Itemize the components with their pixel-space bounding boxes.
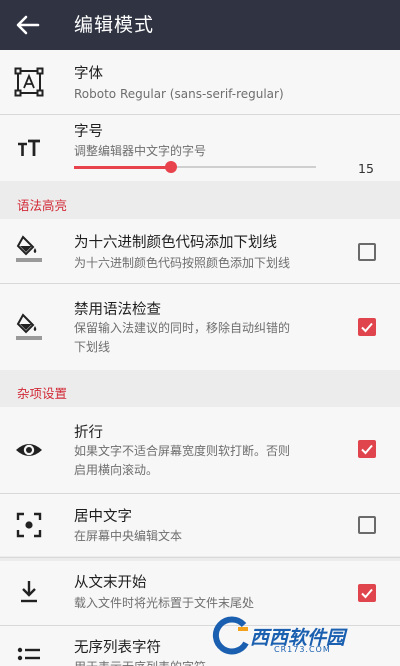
- underline-hex-checkbox[interactable]: [358, 243, 376, 261]
- setting-center-text-subtitle: 在屏幕中央编辑文本: [74, 529, 183, 543]
- watermark-subtext: CR173.COM: [274, 645, 331, 654]
- setting-font-size-subtitle: 调整编辑器中文字的字号: [74, 144, 207, 158]
- format-color-fill-icon: [16, 235, 42, 262]
- setting-bullet-list-title: 无序列表字符: [74, 640, 161, 656]
- setting-word-wrap-title: 折行: [74, 425, 103, 441]
- section-title-syntax: 语法高亮: [17, 198, 68, 213]
- setting-disable-spellcheck-title: 禁用语法检查: [74, 302, 161, 318]
- setting-font-size[interactable]: 字号 调整编辑器中文字的字号: [0, 115, 400, 181]
- setting-disable-spellcheck[interactable]: 禁用语法检查 保留输入法建议的同时，移除自动纠错的 下划线: [0, 284, 400, 370]
- page-title: 编辑模式: [74, 14, 155, 36]
- setting-font-subtitle: Roboto Regular (sans-serif-regular): [74, 87, 284, 101]
- setting-font-title: 字体: [74, 66, 103, 82]
- setting-center-text[interactable]: 居中文字 在屏幕中央编辑文本: [0, 494, 400, 556]
- word-wrap-checkbox[interactable]: [358, 440, 376, 458]
- divider: [0, 557, 400, 558]
- setting-start-at-end-subtitle: 载入文件时将光标置于文件末尾处: [74, 596, 255, 610]
- setting-underline-hex-title: 为十六进制颜色代码添加下划线: [74, 235, 277, 251]
- checkmark-icon: [361, 444, 373, 455]
- list-bulleted-icon: [17, 647, 40, 661]
- download-arrow-icon: [21, 581, 37, 603]
- center-focus-icon: [16, 512, 42, 538]
- app-bar: 编辑模式: [0, 0, 400, 50]
- setting-word-wrap-subtitle-line1: 如果文字不适合屏幕宽度则软打断。否则: [74, 444, 291, 458]
- setting-disable-spellcheck-subtitle-line2: 下划线: [74, 340, 111, 354]
- disable-spellcheck-checkbox[interactable]: [358, 318, 376, 336]
- checkmark-icon: [361, 588, 373, 599]
- center-text-checkbox[interactable]: [358, 516, 376, 534]
- setting-word-wrap-subtitle-line2: 启用横向滚动。: [74, 463, 159, 477]
- setting-font[interactable]: 字体 Roboto Regular (sans-serif-regular): [0, 50, 400, 114]
- setting-underline-hex-subtitle: 为十六进制颜色代码按照颜色添加下划线: [74, 256, 291, 270]
- font-size-slider-thumb[interactable]: [164, 161, 177, 173]
- format-color-fill-icon: [16, 313, 42, 340]
- font-size-slider-fill: [74, 166, 171, 169]
- section-header-misc: 杂项设置: [0, 381, 400, 407]
- section-title-misc: 杂项设置: [17, 386, 68, 401]
- checkmark-icon: [361, 322, 373, 333]
- setting-word-wrap[interactable]: 折行 如果文字不适合屏幕宽度则软打断。否则 启用横向滚动。: [0, 407, 400, 493]
- back-arrow-icon[interactable]: [14, 13, 40, 37]
- setting-disable-spellcheck-subtitle-line1: 保留输入法建议的同时，移除自动纠错的: [74, 321, 291, 335]
- font-size-value: 15: [358, 161, 374, 176]
- start-at-end-checkbox[interactable]: [358, 584, 376, 602]
- setting-underline-hex[interactable]: 为十六进制颜色代码添加下划线 为十六进制颜色代码按照颜色添加下划线: [0, 219, 400, 283]
- eye-icon: [16, 444, 42, 456]
- watermark-logo-icon: [212, 616, 249, 655]
- watermark-logo: 西西软件园 CR173.COM: [208, 615, 386, 657]
- section-header-syntax: 语法高亮: [0, 193, 400, 219]
- setting-bullet-list-subtitle: 用于表示无序列表的字符: [74, 658, 206, 666]
- setting-font-size-title: 字号: [74, 124, 103, 140]
- font-icon: [14, 67, 44, 97]
- setting-center-text-title: 居中文字: [74, 509, 132, 525]
- text-size-icon: [18, 139, 40, 156]
- setting-start-at-end-title: 从文末开始: [74, 575, 147, 591]
